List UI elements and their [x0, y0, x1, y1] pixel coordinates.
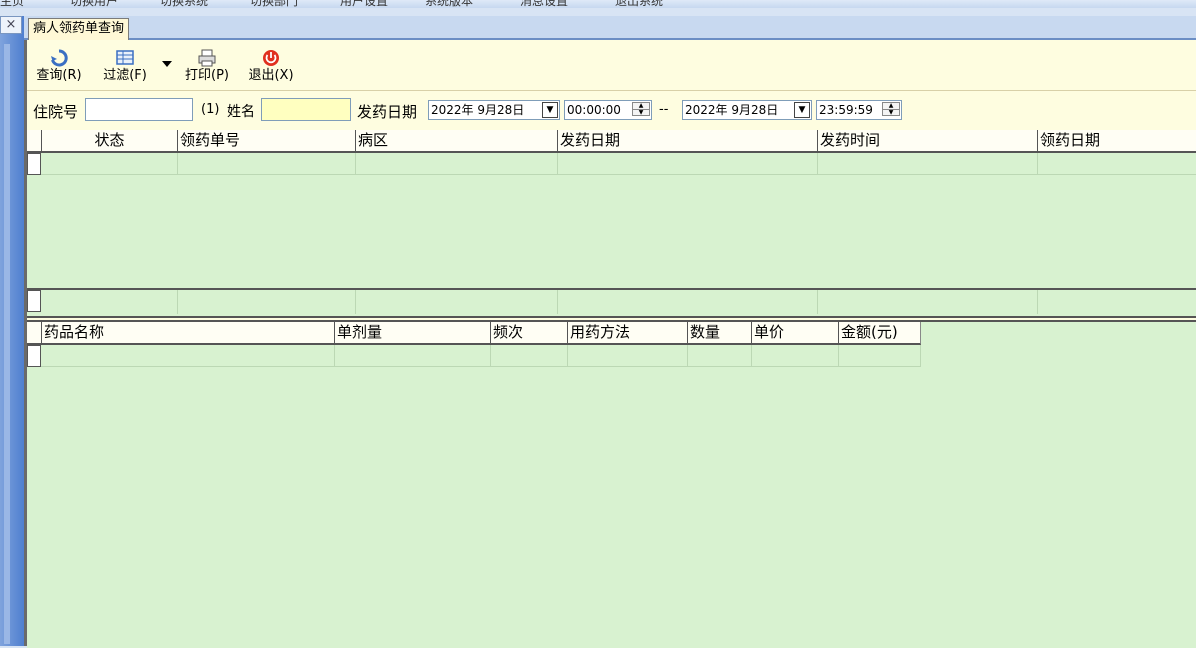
filter-dropdown-arrow[interactable]: [159, 58, 175, 73]
refresh-icon: [51, 49, 68, 67]
left-nav-strip: [0, 16, 24, 646]
inpatient-no-input[interactable]: [85, 98, 193, 121]
filter-bar: 住院号 (1) 姓名 发药日期 2022年 9月28日 ▼ 00:00:00 ▲…: [27, 98, 1196, 124]
chevron-down-icon[interactable]: ▼: [794, 102, 810, 118]
row-selector[interactable]: [27, 153, 41, 175]
row-selector[interactable]: [27, 345, 41, 367]
column-header-requisition-no[interactable]: 领药单号: [177, 130, 355, 151]
menu-message-settings[interactable]: 消息设置: [520, 0, 568, 8]
column-header-frequency[interactable]: 频次: [490, 322, 567, 343]
start-date-picker[interactable]: 2022年 9月28日 ▼: [428, 100, 560, 120]
filter-grid-icon: [116, 50, 134, 65]
row-selector[interactable]: [27, 290, 41, 312]
name-label: 姓名: [227, 104, 255, 120]
power-icon: [263, 50, 279, 66]
chevron-down-icon: [162, 61, 172, 67]
table-row[interactable]: [27, 153, 1196, 175]
printer-icon: [198, 49, 216, 67]
column-header-dispense-time[interactable]: 发药时间: [817, 130, 1037, 151]
inpatient-no-label: 住院号: [33, 103, 79, 121]
toolbar: 查询(R) 过滤(F) 打印(P) 退出(X): [27, 48, 1196, 92]
column-header-unit-dose[interactable]: 单剂量: [334, 322, 490, 343]
menu-switch-dept[interactable]: 切换部门: [250, 0, 298, 8]
summary-row: [27, 288, 1196, 314]
start-time-spinner[interactable]: 00:00:00 ▲ ▼: [564, 100, 652, 120]
column-header-pickup-date[interactable]: 领药日期: [1037, 130, 1196, 151]
inpatient-no-hint: (1): [201, 102, 220, 117]
query-button[interactable]: 查询(R): [33, 48, 85, 84]
menu-home[interactable]: 主页: [0, 0, 24, 8]
toolbar-separator: [27, 90, 1196, 91]
spinner-arrows-icon[interactable]: ▲ ▼: [882, 102, 900, 118]
column-header-unit-price[interactable]: 单价: [751, 322, 838, 343]
exit-button[interactable]: 退出(X): [245, 48, 297, 84]
name-input[interactable]: [261, 98, 351, 121]
main-panel: 查询(R) 过滤(F) 打印(P) 退出(X) 住院号 (1) 姓名 发药日期 …: [24, 40, 1196, 648]
drug-detail-grid[interactable]: 药品名称 单剂量 频次 用药方法 数量 单价 金额(元): [27, 320, 1196, 648]
end-time-spinner[interactable]: 23:59:59 ▲ ▼: [816, 100, 902, 120]
tab-bar: 病人领药单查询: [24, 16, 1196, 40]
spinner-arrows-icon[interactable]: ▲ ▼: [632, 102, 650, 118]
top-menu-bar: 主页 切换用户 切换系统 切换部门 用户设置 系统版本 消息设置 退出系统: [0, 0, 1196, 8]
menu-exit-system[interactable]: 退出系统: [615, 0, 663, 8]
column-header-dispense-date[interactable]: 发药日期: [557, 130, 817, 151]
menu-user-settings[interactable]: 用户设置: [340, 0, 388, 8]
tab-patient-drug-query[interactable]: 病人领药单查询: [28, 18, 130, 40]
dispense-date-label: 发药日期: [357, 103, 418, 121]
column-header-drug-name[interactable]: 药品名称: [41, 322, 334, 343]
column-header-quantity[interactable]: 数量: [687, 322, 751, 343]
drug-detail-grid-header: 药品名称 单剂量 频次 用药方法 数量 单价 金额(元): [27, 322, 921, 345]
menu-switch-system[interactable]: 切换系统: [160, 0, 208, 8]
requisition-list-grid[interactable]: 状态 领药单号 病区 发药日期 发药时间 领药日期: [27, 130, 1196, 318]
print-button[interactable]: 打印(P): [181, 48, 233, 84]
chevron-down-icon[interactable]: ▼: [542, 102, 558, 118]
end-date-picker[interactable]: 2022年 9月28日 ▼: [682, 100, 812, 120]
date-range-separator: --: [659, 102, 669, 117]
table-row[interactable]: [27, 345, 921, 367]
column-header-usage-method[interactable]: 用药方法: [567, 322, 687, 343]
menu-switch-user[interactable]: 切换用户: [70, 0, 118, 8]
column-header-status[interactable]: 状态: [41, 130, 177, 151]
close-icon[interactable]: ×: [0, 16, 22, 34]
column-header-amount[interactable]: 金额(元): [838, 322, 921, 343]
column-header-ward[interactable]: 病区: [355, 130, 557, 151]
menu-system-version[interactable]: 系统版本: [425, 0, 473, 8]
filter-button[interactable]: 过滤(F): [97, 48, 153, 84]
requisition-grid-header: 状态 领药单号 病区 发药日期 发药时间 领药日期: [27, 130, 1196, 153]
